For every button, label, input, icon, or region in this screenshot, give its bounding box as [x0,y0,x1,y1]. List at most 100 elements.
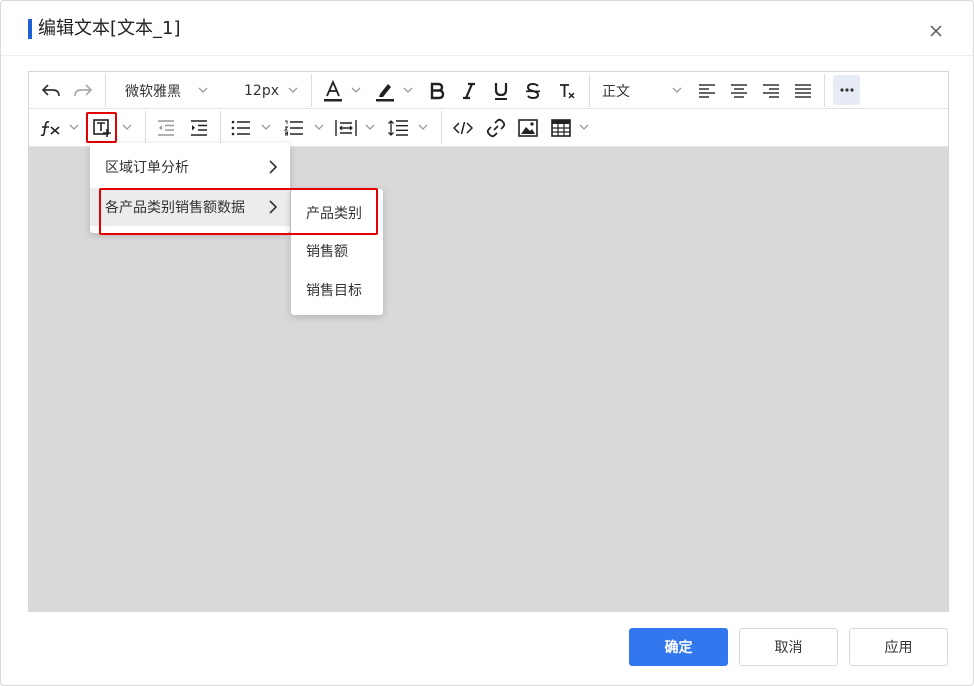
submenu-item-sales[interactable]: 销售额 [291,232,383,270]
chevron-down-icon [288,87,298,93]
chevron-down-icon [198,87,208,93]
menu-item-label: 区域订单分析 [105,160,189,176]
code-icon [453,121,473,135]
font-color-icon [324,80,342,102]
insert-field-icon [93,119,111,137]
highlight-icon [376,84,394,102]
toolbar-row-1: 微软雅黑 12px 正文 [29,72,948,109]
apply-button[interactable]: 应用 [849,628,948,666]
bullet-list-icon [231,120,250,136]
chevron-down-icon [418,124,428,130]
more-icon [839,88,854,92]
menu-item-label: 各产品类别销售额数据 [105,200,245,216]
toolbar-separator [220,111,221,144]
bullet-list-button[interactable] [229,113,253,143]
chevron-down-icon [122,124,132,130]
line-height-button[interactable] [386,113,410,143]
line-height-icon [388,120,408,136]
align-right-icon [763,84,779,98]
chevron-down-icon [403,87,413,93]
editor-toolbar: 微软雅黑 12px 正文 [29,72,948,147]
chevron-down-icon [261,124,271,130]
letter-spacing-icon [335,120,357,136]
menu-item-region-order-analysis[interactable]: 区域订单分析 [90,148,290,186]
cancel-button[interactable]: 取消 [739,628,838,666]
more-button[interactable] [833,75,860,105]
chevron-down-icon [351,87,361,93]
link-button[interactable] [484,113,508,143]
submenu-item-label: 销售额 [306,244,348,260]
font-size-value: 12px [244,83,279,99]
submenu-item-label: 销售目标 [306,283,362,299]
strikethrough-icon [526,82,540,100]
chevron-down-icon [69,124,79,130]
image-icon [518,119,538,137]
chevron-down-icon [672,87,682,93]
bold-icon [430,82,445,100]
italic-icon [463,82,475,100]
submenu-item-sales-target[interactable]: 销售目标 [291,271,383,309]
underline-button[interactable] [489,76,513,106]
letter-spacing-button[interactable] [334,113,358,143]
chevron-down-icon [365,124,375,130]
numbered-list-icon [284,120,303,136]
toolbar-separator [441,111,442,144]
font-color-button[interactable] [321,76,345,106]
numbered-list-button[interactable] [282,113,306,143]
italic-button[interactable] [457,76,481,106]
field-submenu: 产品类别 销售额 销售目标 [291,189,383,315]
table-icon [551,119,571,137]
chevron-down-icon [314,124,324,130]
formula-button[interactable] [39,113,63,143]
align-left-icon [699,84,715,98]
formula-icon [40,121,60,136]
align-right-button[interactable] [759,76,783,106]
chevron-right-icon [269,200,278,214]
toolbar-separator [105,74,106,107]
submenu-item-product-category[interactable]: 产品类别 [291,194,383,232]
undo-button[interactable] [39,76,63,106]
strikethrough-button[interactable] [521,76,545,106]
chevron-down-icon [579,124,589,130]
menu-item-product-category-sales[interactable]: 各产品类别销售额数据 [90,188,290,226]
align-center-button[interactable] [727,76,751,106]
font-family-value: 微软雅黑 [125,84,181,100]
align-left-button[interactable] [695,76,719,106]
outdent-icon [158,120,174,136]
toolbar-separator [145,111,146,144]
toolbar-separator [824,74,825,107]
insert-field-menu: 区域订单分析 各产品类别销售额数据 [90,143,290,233]
outdent-button[interactable] [154,113,178,143]
indent-button[interactable] [187,113,211,143]
indent-icon [191,120,207,136]
toolbar-row-2 [29,109,948,147]
dialog-title: 编辑文本[文本_1] [38,18,181,39]
paragraph-style-value: 正文 [602,84,630,100]
insert-field-button[interactable] [90,113,114,143]
underline-icon [494,83,508,100]
close-icon [930,25,942,37]
confirm-button[interactable]: 确定 [629,628,728,666]
submenu-item-label: 产品类别 [306,206,362,222]
edit-text-dialog: 编辑文本[文本_1] 微软雅黑 12px 正文 区域订单分析 各产品类别销售额数… [0,0,974,686]
align-center-icon [731,84,747,98]
toolbar-separator [311,74,312,107]
dialog-header: 编辑文本[文本_1] [1,1,973,56]
code-button[interactable] [451,113,475,143]
redo-icon [74,84,93,97]
image-button[interactable] [516,113,540,143]
clear-format-button[interactable] [555,76,579,106]
clear-format-icon [560,84,575,99]
chevron-right-icon [269,160,278,174]
highlight-color-button[interactable] [373,76,397,106]
toolbar-separator [589,74,590,107]
table-button[interactable] [549,113,573,143]
link-icon [486,118,506,138]
title-accent-bar [28,19,32,39]
close-button[interactable] [925,20,947,42]
align-justify-button[interactable] [791,76,815,106]
align-justify-icon [795,84,811,98]
bold-button[interactable] [425,76,449,106]
redo-button[interactable] [71,76,95,106]
paragraph-style-select[interactable]: 正文 [602,76,662,106]
